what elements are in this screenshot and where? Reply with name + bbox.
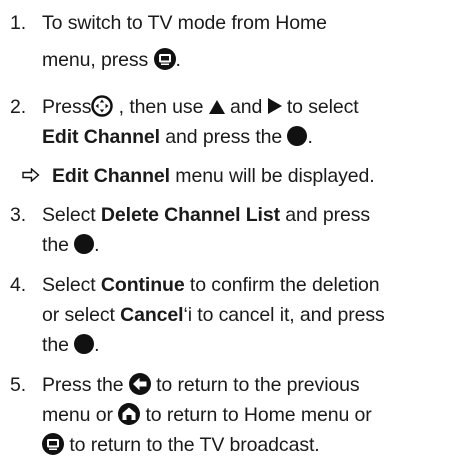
ok-button-icon	[74, 234, 95, 254]
step-number: 2.	[10, 96, 27, 118]
tv-button-icon	[153, 48, 176, 70]
step-3-line-1: Select Delete Channel List and press	[42, 204, 371, 226]
step-number: 1.	[10, 12, 27, 34]
step-4-line-3: the .	[42, 334, 100, 356]
step-3-line-2: the .	[42, 234, 100, 256]
result-arrow-icon	[22, 168, 40, 182]
step-number: 5.	[10, 374, 27, 396]
step-5-line-3: to return to the TV broadcast.	[42, 430, 320, 461]
step-4-line-1: Select Continue to confirm the deletion	[42, 274, 380, 296]
tv-button-icon	[42, 433, 64, 455]
step-5-line-2: menu or to return to Home menu or	[42, 403, 372, 426]
up-triangle-icon	[208, 100, 225, 114]
instruction-document: 1. To switch to TV mode from Home menu, …	[0, 0, 466, 459]
step-4-line-2: or select Cancel‘i to cancel it, and pre…	[42, 304, 385, 326]
home-icon	[118, 403, 141, 425]
ok-button-icon	[74, 334, 95, 354]
step-2-line-2: Edit Channel and press the .	[42, 126, 313, 148]
step-1-line-2: menu, press .	[42, 48, 181, 71]
step-number: 4.	[10, 274, 27, 296]
step-2-line-1: Press , then use and to select	[42, 95, 359, 118]
step-number: 3.	[10, 204, 27, 226]
step-5-line-1: Press the to return to the previous	[42, 373, 360, 396]
navigation-pad-icon	[91, 95, 114, 117]
back-arrow-icon	[128, 373, 151, 395]
right-triangle-icon	[267, 98, 282, 114]
step-1-line-1: To switch to TV mode from Home	[42, 12, 327, 34]
result-line: Edit Channel menu will be displayed.	[22, 161, 375, 192]
ok-button-icon	[287, 126, 308, 146]
